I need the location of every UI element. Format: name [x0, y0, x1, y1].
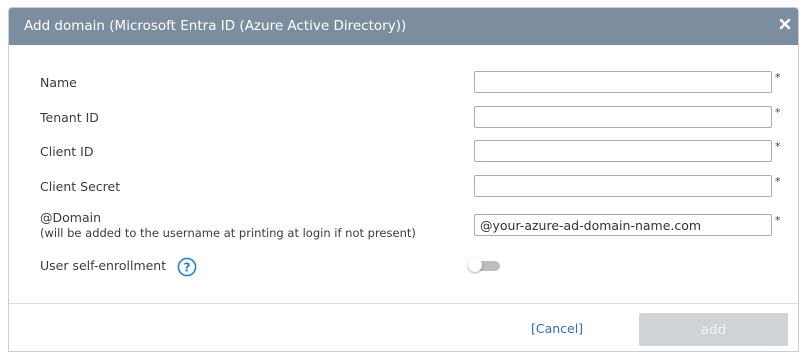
dialog-title: Add domain (Microsoft Entra ID (Azure Ac… [24, 18, 407, 34]
dialog-titlebar: Add domain (Microsoft Entra ID (Azure Ac… [9, 8, 798, 45]
name-required-mark: * [775, 71, 781, 84]
footer-divider [9, 303, 798, 304]
name-label: Name [40, 75, 77, 90]
tenant-id-input[interactable] [474, 106, 772, 128]
toggle-knob [468, 258, 482, 272]
tenant-id-label: Tenant ID [40, 110, 99, 125]
domain-required-mark: * [775, 214, 781, 227]
help-icon[interactable]: ? [177, 257, 197, 277]
client-id-input[interactable] [474, 140, 772, 162]
client-id-required-mark: * [775, 140, 781, 153]
self-enrollment-toggle[interactable] [468, 258, 502, 272]
client-secret-input[interactable] [474, 175, 772, 197]
tenant-id-required-mark: * [775, 106, 781, 119]
client-secret-label: Client Secret [40, 179, 121, 194]
client-secret-required-mark: * [775, 175, 781, 188]
domain-hint: (will be added to the username at printi… [40, 226, 416, 240]
add-button[interactable]: add [639, 313, 788, 346]
self-enrollment-label: User self-enrollment [40, 258, 167, 273]
domain-label: @Domain [40, 210, 102, 225]
cancel-link[interactable]: [Cancel] [531, 321, 583, 336]
svg-text:?: ? [183, 259, 190, 274]
add-domain-dialog: Add domain (Microsoft Entra ID (Azure Ac… [8, 7, 799, 352]
close-icon[interactable] [778, 17, 792, 31]
domain-input[interactable] [474, 214, 772, 236]
client-id-label: Client ID [40, 144, 94, 159]
name-input[interactable] [474, 71, 772, 93]
